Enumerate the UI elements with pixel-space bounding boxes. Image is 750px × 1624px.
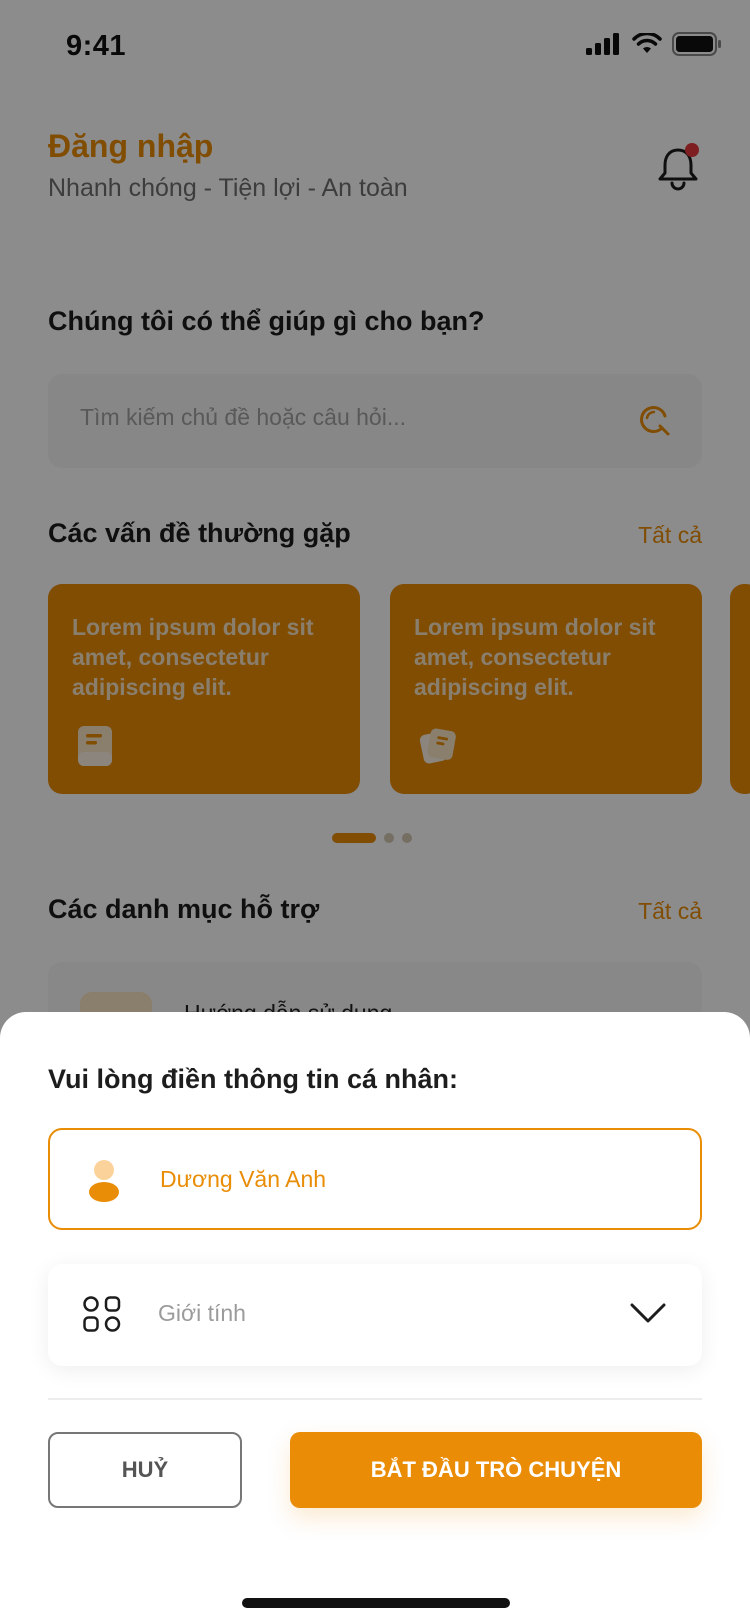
start-chat-button[interactable]: BẮT ĐẦU TRÒ CHUYỆN xyxy=(290,1432,702,1508)
home-indicator xyxy=(242,1598,510,1608)
personal-info-sheet: Vui lòng điền thông tin cá nhân: Dương V… xyxy=(0,1012,750,1624)
category-grid-icon xyxy=(83,1296,121,1332)
name-value: Dương Văn Anh xyxy=(160,1166,327,1192)
cancel-button[interactable]: HUỶ xyxy=(48,1432,242,1508)
user-icon xyxy=(89,1160,119,1202)
chevron-down-icon[interactable] xyxy=(630,1302,666,1324)
gender-select[interactable]: Giới tính xyxy=(48,1264,702,1366)
gender-placeholder: Giới tính xyxy=(158,1300,246,1326)
divider xyxy=(48,1398,702,1400)
name-field[interactable]: Dương Văn Anh xyxy=(48,1128,702,1230)
sheet-title: Vui lòng điền thông tin cá nhân: xyxy=(48,1064,458,1094)
